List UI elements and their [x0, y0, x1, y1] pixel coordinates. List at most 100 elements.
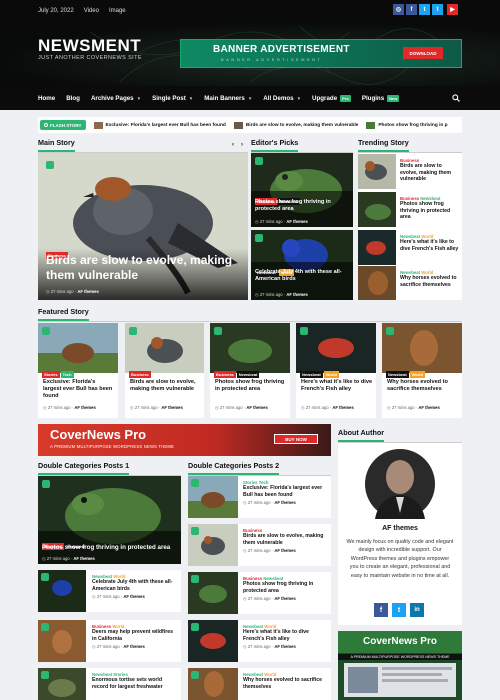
- camera-icon: [191, 623, 199, 631]
- twitter-icon[interactable]: t: [419, 4, 430, 15]
- list-item[interactable]: Newsbeat Stories Enormous tortise sets wo…: [38, 668, 181, 700]
- banner-title: BANNER ADVERTISEMENT: [213, 44, 350, 55]
- chevron-down-icon: ▼: [188, 95, 194, 101]
- covernews-pro-side-ad[interactable]: CoverNews Pro A PREMIUM MULTIPURPOSE WOR…: [338, 631, 462, 700]
- nav-home[interactable]: Home: [38, 95, 55, 102]
- pro-badge: Pro: [340, 94, 351, 102]
- featured-card[interactable]: Newsbeat World Why horses evolved to sacr…: [382, 323, 462, 418]
- covernews-pro-ad[interactable]: CoverNews Pro A PREMIUM MULTIPURPOSE WOR…: [38, 424, 331, 456]
- double-categories-1-heading: Double Categories Posts 1: [38, 461, 181, 476]
- facebook-icon[interactable]: f: [406, 4, 417, 15]
- ticker-item[interactable]: Birds are slow to evolve, making them vu…: [233, 121, 358, 129]
- site-tagline: JUST ANOTHER COVERNEWS SITE: [38, 55, 142, 61]
- camera-icon: [46, 161, 54, 169]
- camera-icon: [41, 623, 49, 631]
- list-item[interactable]: Business Newsbeat Photos show frog thrivi…: [188, 572, 331, 614]
- post-meta: ◷ 27 mins ago · AF themes: [46, 289, 99, 294]
- trending-thumb[interactable]: [358, 154, 396, 189]
- site-header: NEWSMENT JUST ANOTHER COVERNEWS SITE BAN…: [0, 22, 500, 86]
- camera-icon: [191, 575, 199, 583]
- trending-item[interactable]: Newsbeat World Here's what it's like to d…: [400, 234, 460, 252]
- post-meta: ◷ 27 mins ago · AF themes: [255, 219, 308, 224]
- flash-story-label: FLASH STORY: [40, 120, 86, 130]
- ticker-item[interactable]: Photos show frog thriving in p: [366, 121, 448, 129]
- slider-next-icon[interactable]: ›: [241, 142, 243, 148]
- editors-pick-card[interactable]: Business Newsbeat Photos show frog thrivi…: [251, 153, 353, 227]
- twitter-icon-2[interactable]: t: [432, 4, 443, 15]
- list-item[interactable]: Newsbeat World Why horses evolved to sacr…: [188, 668, 331, 700]
- site-logo[interactable]: NEWSMENT: [38, 36, 141, 56]
- camera-icon: [129, 327, 137, 335]
- trending-item[interactable]: Newsbeat World Why horses evolved to sacr…: [400, 270, 460, 288]
- banner-download-button[interactable]: DOWNLOAD: [403, 47, 443, 59]
- banner-subtitle: BANNER ADVERTISEMENT: [221, 57, 323, 62]
- editors-pick-card[interactable]: Newsbeat World Celebrate July 4th with th…: [251, 230, 353, 300]
- chevron-down-icon: ▼: [247, 95, 253, 101]
- camera-icon: [191, 671, 199, 679]
- about-author-heading: About Author: [338, 428, 462, 443]
- editors-pick-title: Photos show frog thriving in protected a…: [255, 199, 331, 212]
- nav-all-demos[interactable]: All Demos ▼: [263, 95, 301, 102]
- nav-archive-pages[interactable]: Archive Pages ▼: [91, 95, 141, 102]
- list-item[interactable]: Newsbeat World Here's what it's like to d…: [188, 620, 331, 662]
- featured-card[interactable]: Stories Tech Exclusive: Florida's largest…: [38, 323, 118, 418]
- slider-prev-icon[interactable]: ‹: [232, 142, 234, 148]
- author-bio: We mainly focus on quality code and eleg…: [346, 539, 454, 579]
- instagram-icon[interactable]: ◎: [393, 4, 404, 15]
- search-icon[interactable]: [452, 94, 460, 102]
- youtube-icon[interactable]: ▶: [447, 4, 458, 15]
- trending-thumb[interactable]: [358, 192, 396, 227]
- camera-icon: [41, 671, 49, 679]
- list-item[interactable]: Stories Tech Exclusive: Florida's largest…: [188, 476, 331, 518]
- camera-icon: [300, 327, 308, 335]
- camera-icon: [42, 327, 50, 335]
- avatar: [365, 449, 435, 519]
- about-author-card: AF themes We mainly focus on quality cod…: [338, 443, 462, 625]
- list-item[interactable]: Business Birds are slow to evolve, making…: [188, 524, 331, 566]
- buy-now-button[interactable]: BUY NOW: [274, 434, 318, 444]
- trending-item[interactable]: Business Birds are slow to evolve, making…: [400, 158, 460, 183]
- featured-card[interactable]: Business Newsbeat Photos show frog thrivi…: [210, 323, 290, 418]
- trending-item[interactable]: Business Newsbeat Photos show frog thrivi…: [400, 196, 460, 221]
- date-text: July 20, 2022: [38, 8, 74, 14]
- banner-advertisement[interactable]: BANNER ADVERTISEMENT BANNER ADVERTISEMEN…: [180, 39, 462, 68]
- featured-card[interactable]: Newsbeat World Here's what it's like to d…: [296, 323, 376, 418]
- trending-thumb[interactable]: [358, 230, 396, 265]
- nav-upgrade[interactable]: Upgrade Pro: [312, 94, 351, 102]
- main-navigation: Home Blog Archive Pages ▼ Single Post ▼ Ma…: [0, 86, 500, 110]
- camera-icon: [191, 479, 199, 487]
- twitter-icon[interactable]: t: [392, 603, 406, 617]
- camera-icon: [214, 327, 222, 335]
- camera-icon: [41, 573, 49, 581]
- main-story-card[interactable]: Business Birds are slow to evolve, makin…: [38, 153, 248, 300]
- nav-blog[interactable]: Blog: [66, 95, 80, 102]
- author-name: AF themes: [382, 525, 418, 532]
- chevron-down-icon: ▼: [136, 95, 142, 101]
- camera-icon: [42, 480, 50, 488]
- nav-plugins[interactable]: Plugins New: [362, 94, 400, 102]
- facebook-icon[interactable]: f: [374, 603, 388, 617]
- featured-card[interactable]: Business Birds are slow to evolve, makin…: [125, 323, 204, 418]
- trending-story-heading: Trending Story: [358, 138, 462, 153]
- camera-icon: [386, 327, 394, 335]
- topbar-link-image[interactable]: Image: [109, 8, 126, 14]
- double-1-feature-card[interactable]: Business Newsbeat Photos show frog thrivi…: [38, 476, 181, 564]
- main-story-title[interactable]: Birds are slow to evolve, making them vu…: [46, 253, 241, 283]
- topbar-link-video[interactable]: Video: [84, 8, 99, 14]
- clock-icon: [44, 123, 48, 127]
- ticker-item[interactable]: Exclusive: Florida's largest ever Bull h…: [93, 121, 226, 129]
- camera-icon: [255, 157, 263, 165]
- editors-picks-heading: Editor's Picks: [251, 138, 353, 153]
- flash-story-ticker: FLASH STORY Exclusive: Florida's largest…: [38, 117, 462, 133]
- nav-single-post[interactable]: Single Post ▼: [152, 95, 193, 102]
- nav-main-banners[interactable]: Main Banners ▼: [204, 95, 252, 102]
- new-badge: New: [387, 94, 400, 102]
- double-categories-2-heading: Double Categories Posts 2: [188, 461, 331, 476]
- list-item[interactable]: Business World Deers may help prevent wil…: [38, 620, 181, 662]
- trending-thumb[interactable]: [358, 266, 396, 300]
- linkedin-icon[interactable]: in: [410, 603, 424, 617]
- list-item[interactable]: Newsbeat World Celebrate July 4th with th…: [38, 570, 181, 612]
- main-story-heading: Main Story: [38, 138, 248, 153]
- chevron-down-icon: ▼: [296, 95, 302, 101]
- featured-story-heading: Featured Story: [38, 307, 462, 322]
